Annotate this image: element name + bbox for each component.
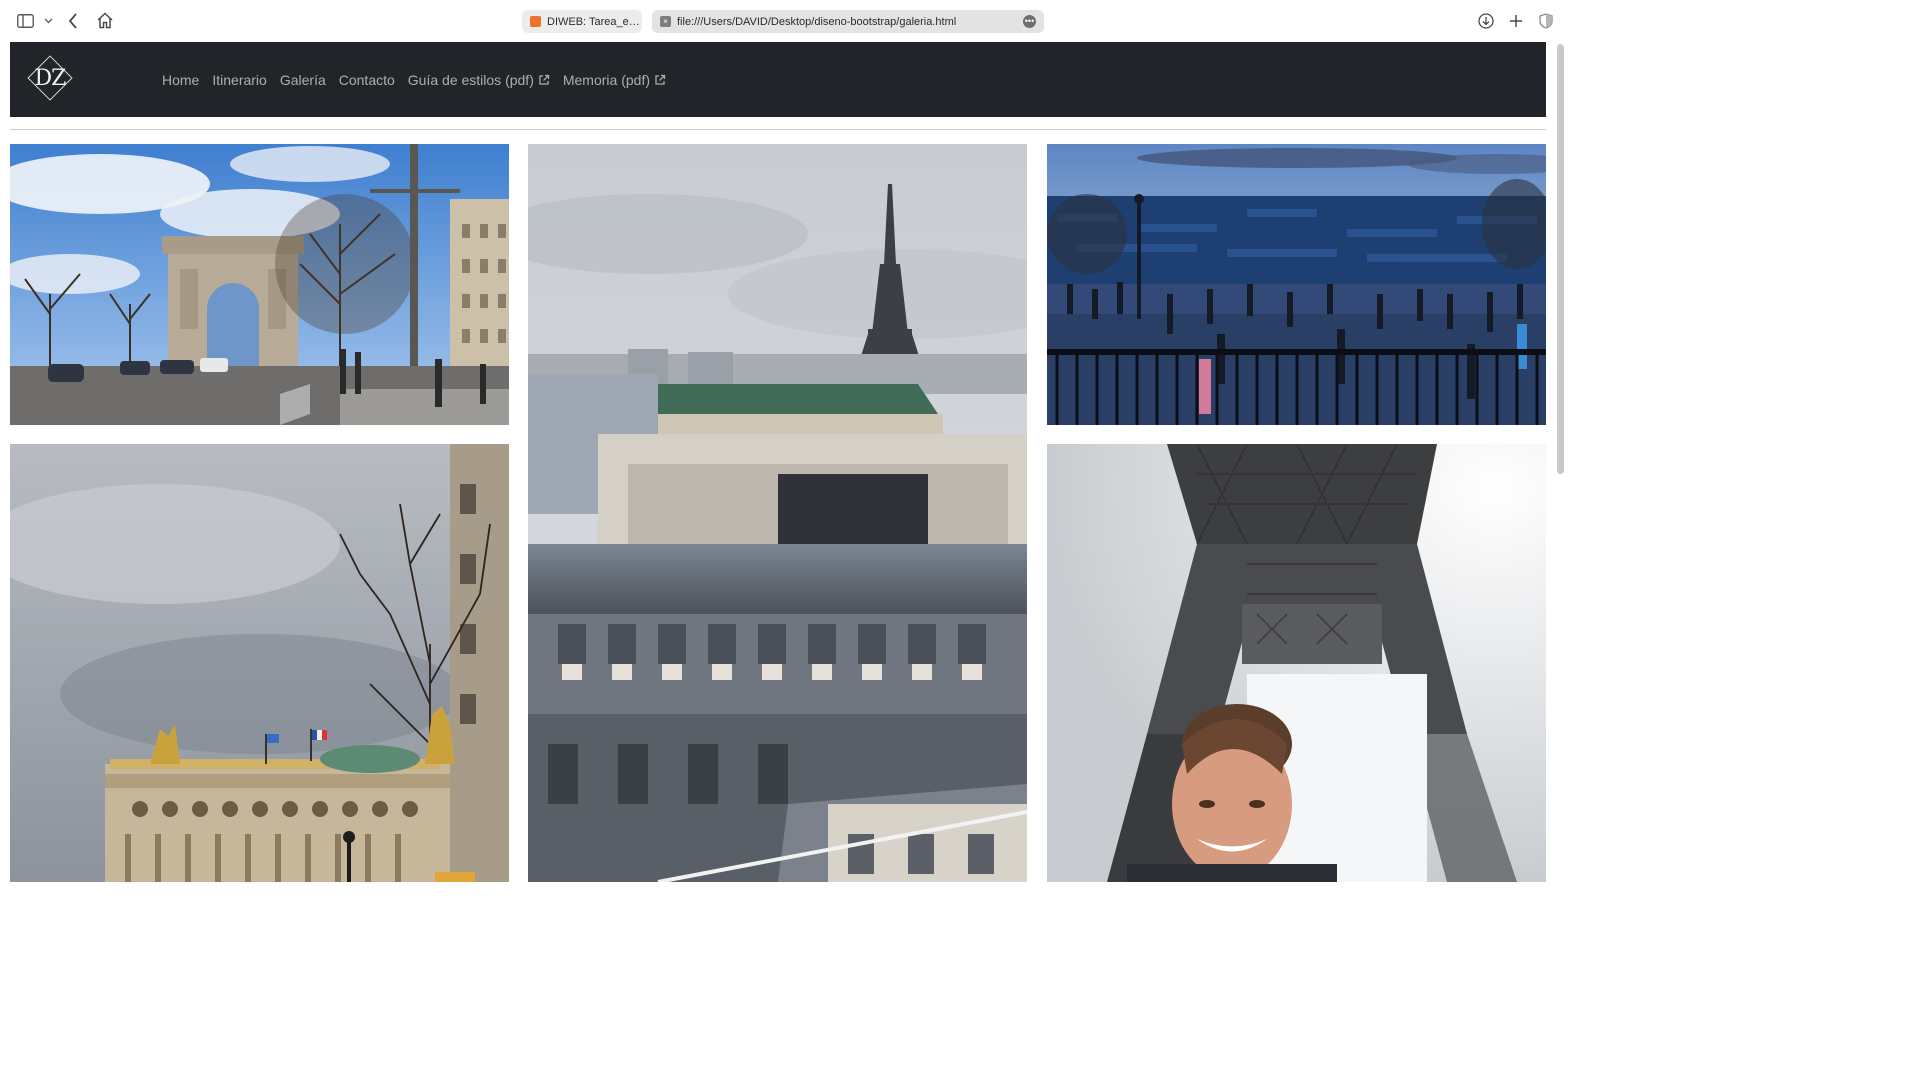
nav-link-label: Memoria (pdf) (562, 71, 650, 88)
gallery-photo-eiffel-selfie[interactable] (1047, 444, 1546, 882)
nav-link-itinerario[interactable]: Itinerario (212, 72, 266, 88)
gallery-photo-eiffel-rooftops[interactable] (528, 144, 1027, 882)
nav-link-label: Galería (279, 71, 326, 88)
shield-icon (1539, 13, 1553, 29)
gallery-photo-palais-garnier[interactable] (10, 444, 509, 882)
privacy-button[interactable] (1537, 11, 1555, 31)
nav-link-galeria[interactable]: Galería (280, 72, 326, 88)
navbar: DZ Home Itinerario Galería Contacto Guía… (10, 42, 1546, 117)
external-link-icon (539, 74, 550, 85)
nav-link-label: Contacto (338, 71, 395, 88)
chevron-left-icon (68, 13, 77, 29)
home-icon (97, 11, 113, 28)
nav-link-contacto[interactable]: Contacto (339, 72, 395, 88)
back-button[interactable] (64, 11, 82, 31)
browser-toolbar: DIWEB: Tarea_eje... × file:///Users/DAVI… (0, 0, 1568, 42)
address-bar-url[interactable]: file:///Users/DAVID/Desktop/diseno-boots… (677, 16, 956, 28)
more-options-icon[interactable]: ••• (1023, 15, 1036, 28)
nav-link-label: Guía de estilos (pdf) (407, 71, 534, 88)
nav-link-label: Itinerario (212, 71, 267, 88)
brand-logo[interactable]: DZ (27, 55, 73, 101)
nav-links: Home Itinerario Galería Contacto Guía de… (162, 42, 679, 117)
page-scrollbar[interactable] (1557, 44, 1564, 474)
chevron-down-icon[interactable] (42, 14, 54, 28)
gallery-photo-arc-de-triomphe[interactable] (10, 144, 509, 425)
nav-link-memoria[interactable]: Memoria (pdf) (563, 72, 666, 88)
section-divider (10, 129, 1546, 130)
brand-text: DZ (34, 65, 67, 91)
nav-link-guia-estilos[interactable]: Guía de estilos (pdf) (408, 72, 550, 88)
home-button[interactable] (95, 10, 115, 30)
file-favicon-icon: × (660, 16, 671, 27)
downloads-button[interactable] (1476, 11, 1496, 31)
download-icon (1478, 13, 1494, 29)
sidebar-icon[interactable] (16, 12, 34, 30)
tab-galeria[interactable]: × file:///Users/DAVID/Desktop/diseno-boo… (652, 10, 1044, 33)
tab-diweb[interactable]: DIWEB: Tarea_eje... (522, 10, 642, 33)
nav-link-home[interactable]: Home (162, 72, 199, 88)
plus-icon (1510, 15, 1522, 27)
nav-link-label: Home (162, 71, 200, 88)
new-tab-button[interactable] (1506, 11, 1526, 31)
moodle-favicon-icon (530, 16, 541, 27)
tab-title: DIWEB: Tarea_eje... (547, 15, 642, 28)
gallery-photo-montmartre[interactable] (1047, 144, 1546, 425)
external-link-icon (655, 74, 666, 85)
